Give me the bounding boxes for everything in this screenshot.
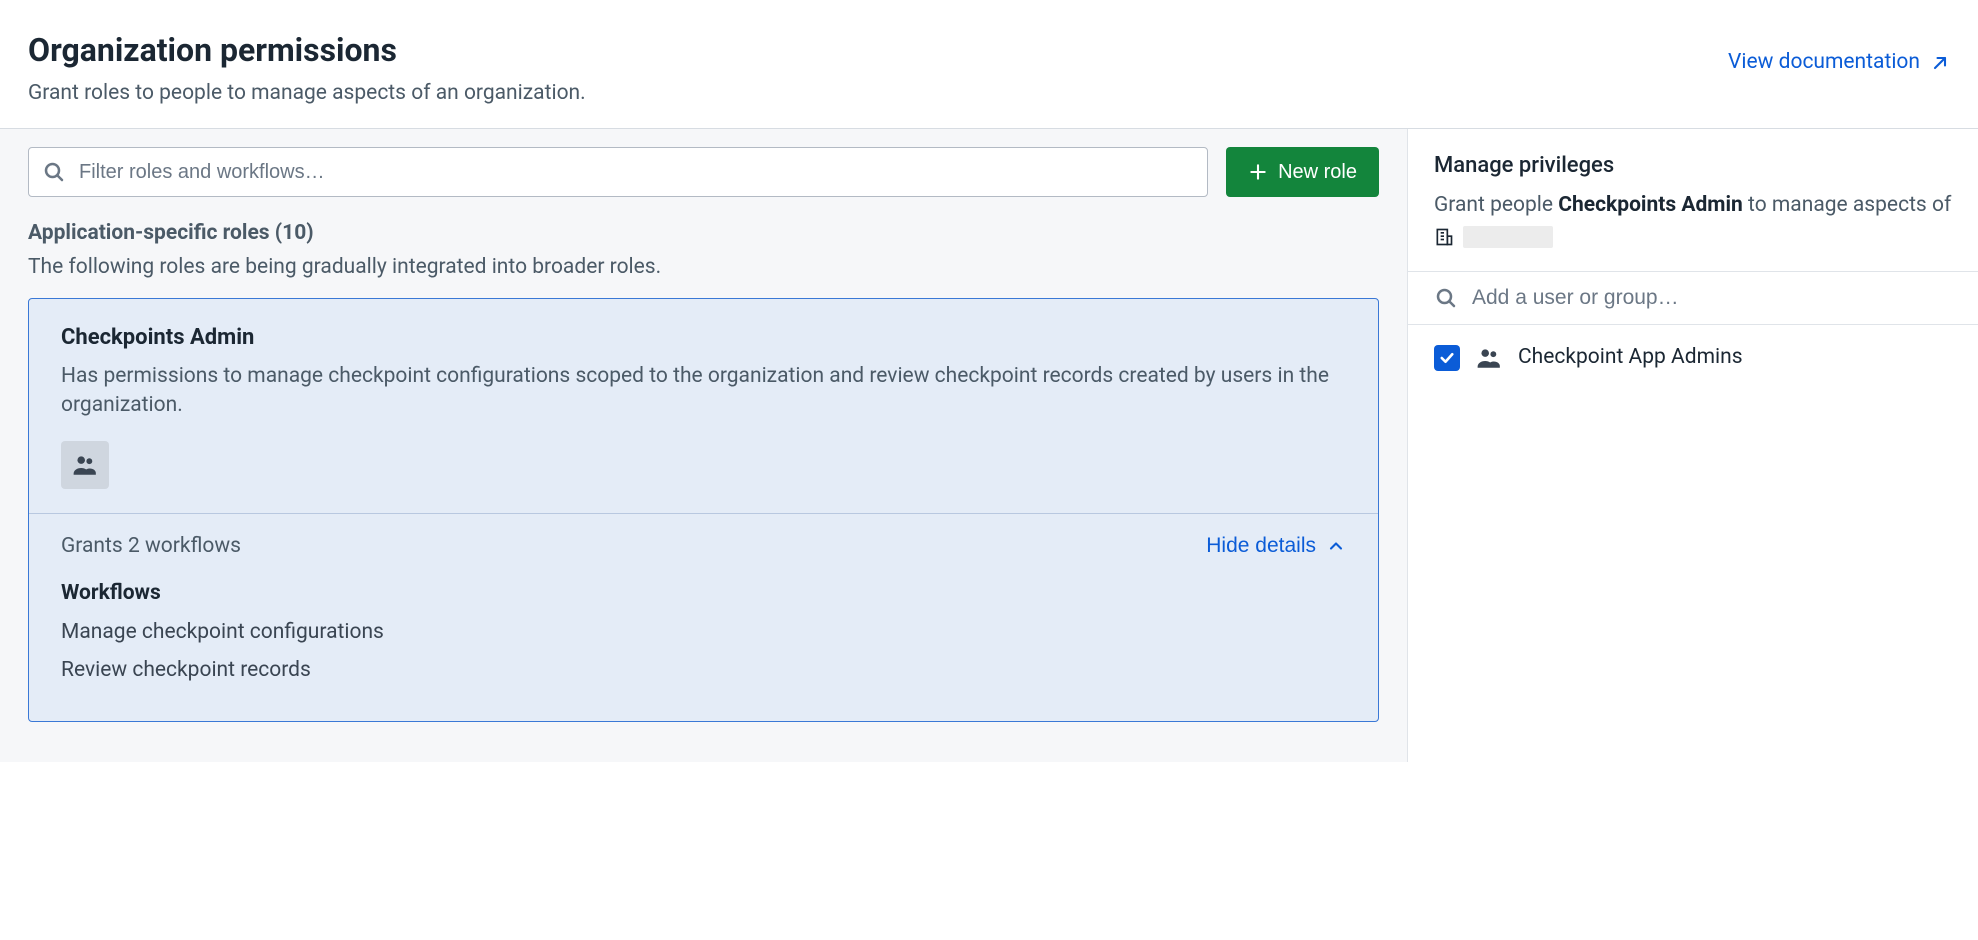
filter-wrap [28, 147, 1208, 197]
section-title: Application-specific roles (10) [28, 219, 1379, 248]
grants-text: Grants 2 workflows [61, 532, 241, 561]
privileges-subtitle: Grant people Checkpoints Admin to manage… [1434, 190, 1952, 253]
plus-icon [1248, 162, 1268, 182]
add-user-group-search[interactable] [1408, 271, 1978, 325]
group-icon [1476, 345, 1502, 371]
page-title: Organization permissions [28, 28, 586, 73]
new-role-button[interactable]: New role [1226, 147, 1379, 197]
search-icon [42, 160, 66, 184]
role-name: Checkpoints Admin [61, 323, 1346, 354]
privileges-column: Manage privileges Grant people Checkpoin… [1408, 129, 1978, 762]
header-left: Organization permissions Grant roles to … [28, 28, 586, 108]
group-icon [72, 452, 98, 478]
view-documentation-link[interactable]: View documentation [1728, 48, 1950, 77]
hide-details-button[interactable]: Hide details [1206, 534, 1346, 558]
assignee-name: Checkpoint App Admins [1518, 343, 1743, 372]
filter-roles-input[interactable] [28, 147, 1208, 197]
org-name-redacted [1463, 226, 1553, 248]
sub-role-name: Checkpoints Admin [1558, 193, 1743, 217]
workflow-item: Manage checkpoint configurations [61, 618, 1346, 647]
search-icon [1434, 286, 1458, 310]
external-link-icon [1930, 53, 1950, 73]
organization-icon [1434, 227, 1454, 247]
assignee-group-chip[interactable] [61, 441, 109, 489]
grants-row: Grants 2 workflows Hide details [61, 532, 1346, 561]
page-subtitle: Grant roles to people to manage aspects … [28, 79, 586, 108]
role-description: Has permissions to manage checkpoint con… [61, 362, 1346, 421]
role-card-checkpoints-admin[interactable]: Checkpoints Admin Has permissions to man… [28, 298, 1379, 722]
sub-suffix: to manage aspects of [1743, 193, 1951, 217]
role-details: Grants 2 workflows Hide details Workflow… [29, 514, 1378, 722]
roles-column: New role Application-specific roles (10)… [0, 129, 1408, 762]
workflow-item: Review checkpoint records [61, 656, 1346, 685]
add-user-group-input[interactable] [1472, 286, 1952, 310]
roles-toolbar: New role [28, 147, 1379, 197]
doc-link-label: View documentation [1728, 48, 1920, 77]
section-subtitle: The following roles are being gradually … [28, 253, 1379, 282]
assignee-row[interactable]: Checkpoint App Admins [1408, 325, 1978, 390]
workflows-heading: Workflows [61, 579, 1346, 608]
privileges-header: Manage privileges Grant people Checkpoin… [1408, 129, 1978, 271]
sub-prefix: Grant people [1434, 193, 1558, 217]
check-icon [1438, 349, 1456, 367]
page-header: Organization permissions Grant roles to … [0, 0, 1978, 128]
new-role-label: New role [1278, 161, 1357, 184]
privileges-title: Manage privileges [1434, 151, 1952, 182]
main-content-row: New role Application-specific roles (10)… [0, 128, 1978, 762]
hide-details-label: Hide details [1206, 534, 1316, 558]
chevron-up-icon [1326, 536, 1346, 556]
assignee-checkbox[interactable] [1434, 345, 1460, 371]
role-card-body: Checkpoints Admin Has permissions to man… [29, 299, 1378, 513]
